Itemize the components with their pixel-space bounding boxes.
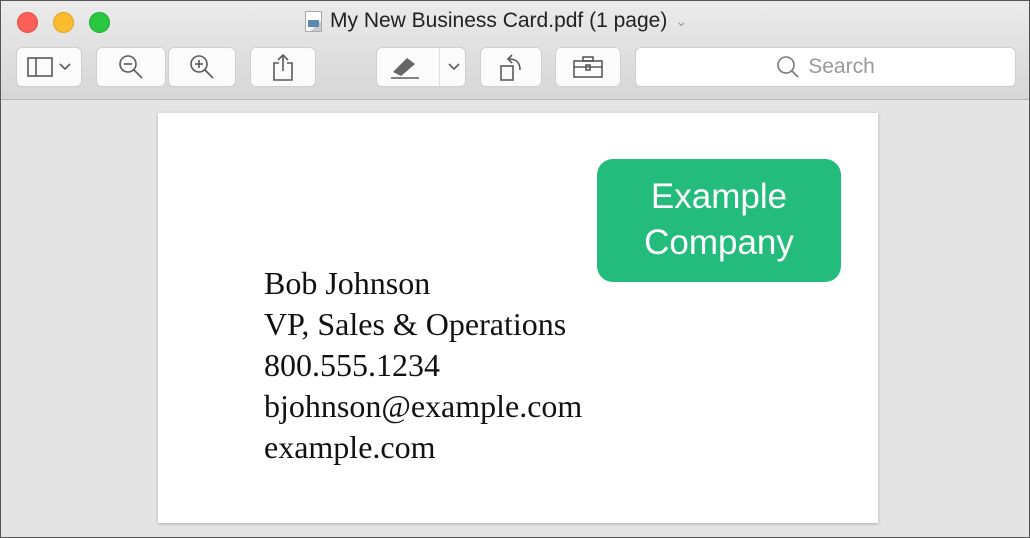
rotate-icon (500, 54, 521, 81)
zoom-out-button[interactable] (96, 47, 166, 87)
chevron-down-icon[interactable] (439, 63, 465, 71)
sidebar-button[interactable] (16, 47, 82, 87)
chevron-down-icon (59, 63, 71, 71)
company-name-line2: Company (644, 223, 794, 262)
search-placeholder: Search (808, 55, 875, 78)
pdf-page: Example Company Bob Johnson VP, Sales & … (158, 113, 878, 523)
share-icon (273, 53, 293, 81)
markup-button[interactable] (376, 47, 466, 87)
minimize-button[interactable] (53, 12, 74, 33)
share-button[interactable] (250, 47, 316, 87)
close-button[interactable] (17, 12, 38, 33)
contact-website: example.com (264, 429, 436, 465)
contact-phone: 800.555.1234 (264, 347, 440, 383)
search-field[interactable]: Search (635, 47, 1016, 87)
zoom-in-button[interactable] (168, 47, 236, 87)
contact-email: bjohnson@example.com (264, 388, 583, 424)
zoom-in-icon (190, 55, 214, 79)
sidebar-icon (27, 57, 53, 77)
contact-job-title: VP, Sales & Operations (264, 306, 567, 342)
preview-window: My New Business Card.pdf (1 page) ⌄ Sear… (0, 0, 1030, 538)
rotate-button[interactable] (480, 47, 542, 87)
window-title[interactable]: My New Business Card.pdf (1 page) ⌄ (305, 9, 687, 33)
title-bar: My New Business Card.pdf (1 page) ⌄ Sear… (1, 1, 1029, 100)
contact-info: Bob Johnson VP, Sales & Operations 800.5… (264, 263, 582, 468)
toolbox-icon (573, 56, 603, 78)
zoom-out-icon (119, 55, 143, 79)
search-icon (777, 56, 799, 78)
company-name-line1: Example (650, 177, 788, 216)
toolbox-button[interactable] (555, 47, 621, 87)
markup-icon (391, 58, 419, 79)
window-title-text: My New Business Card.pdf (1 page) (330, 9, 668, 32)
company-logo: Example Company (597, 159, 841, 282)
chevron-down-icon[interactable]: ⌄ (675, 13, 687, 30)
zoom-button[interactable] (89, 12, 110, 33)
contact-name: Bob Johnson (264, 265, 431, 301)
pdf-document-icon (305, 10, 322, 32)
